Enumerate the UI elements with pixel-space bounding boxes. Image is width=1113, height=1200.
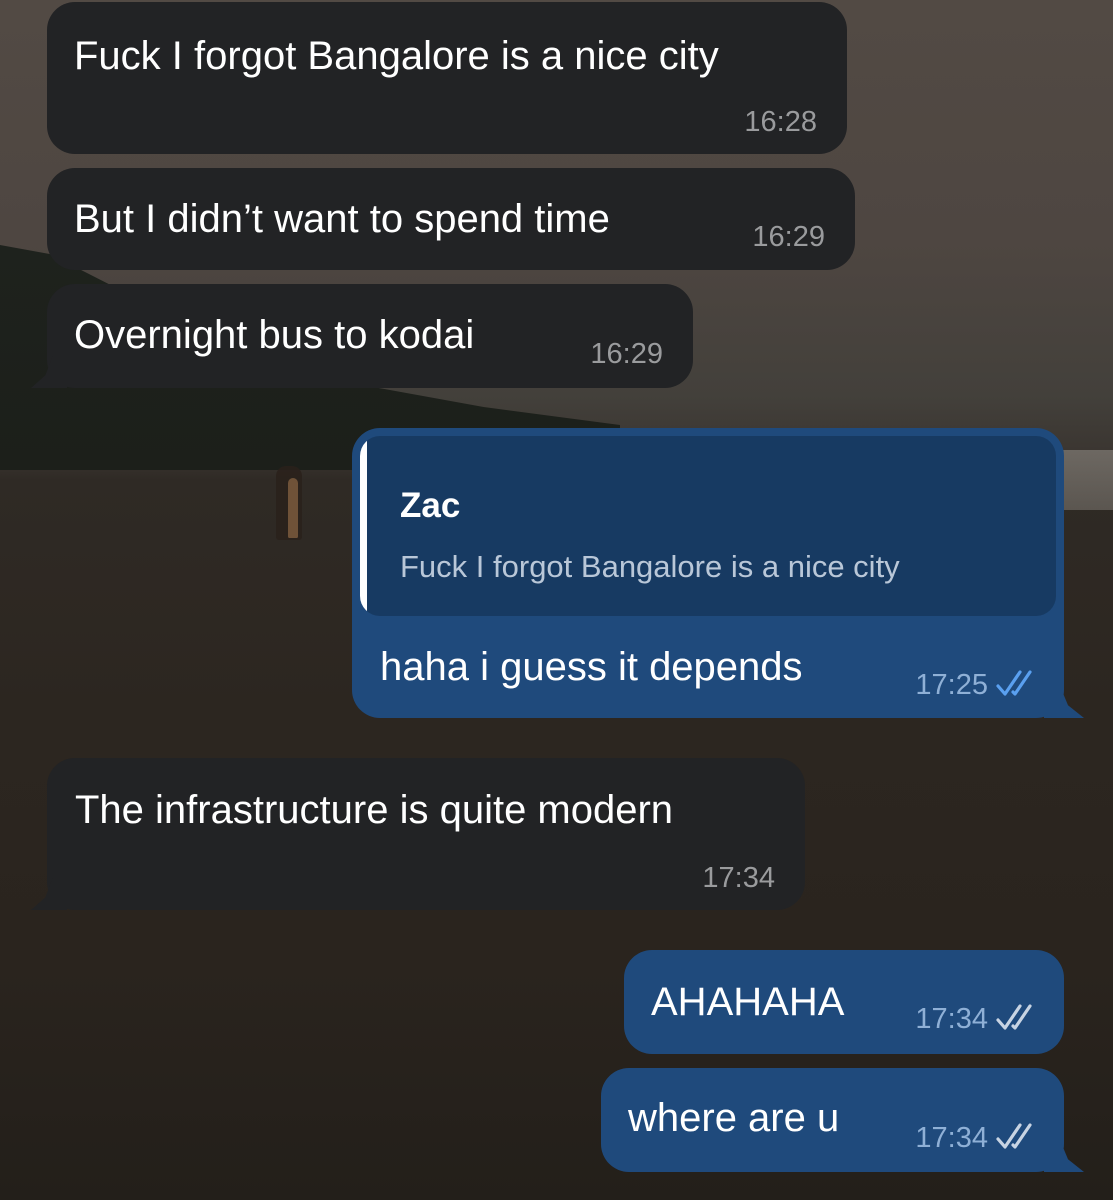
message-timestamp: 16:29 [590, 338, 663, 370]
message-text: Overnight bus to kodai [74, 313, 475, 357]
double-check-icon [996, 1123, 1032, 1149]
message-text: Fuck I forgot Bangalore is a nice city [74, 34, 719, 78]
message-text: The infrastructure is quite modern [75, 788, 674, 832]
message-timestamp: 17:34 [915, 1122, 988, 1154]
incoming-message[interactable]: Overnight bus to kodai 16:29 [31, 284, 693, 388]
message-text: But I didn’t want to spend time [74, 197, 610, 241]
double-check-icon [996, 1004, 1032, 1030]
incoming-message[interactable]: Fuck I forgot Bangalore is a nice city 1… [47, 2, 847, 154]
message-timestamp: 16:28 [744, 106, 817, 138]
message-text: AHAHAHA [651, 980, 845, 1024]
message-timestamp: 16:29 [752, 221, 825, 253]
message-text: where are u [628, 1096, 840, 1140]
incoming-message[interactable]: The infrastructure is quite modern 17:34 [31, 758, 805, 910]
double-check-icon [996, 670, 1032, 696]
outgoing-message[interactable]: Zac Fuck I forgot Bangalore is a nice ci… [352, 428, 1084, 718]
wallpaper-figures [276, 466, 302, 540]
outgoing-message[interactable]: where are u 17:34 [601, 1068, 1084, 1172]
message-timestamp: 17:34 [915, 1003, 988, 1035]
incoming-message[interactable]: But I didn’t want to spend time 16:29 [47, 168, 855, 270]
reply-author: Zac [400, 486, 461, 525]
reply-quoted-text: Fuck I forgot Bangalore is a nice city [400, 549, 900, 584]
message-text: haha i guess it depends [380, 645, 803, 689]
message-timestamp: 17:25 [915, 669, 988, 701]
reply-quote-bar [360, 436, 367, 616]
message-timestamp: 17:34 [702, 862, 775, 894]
outgoing-message[interactable]: AHAHAHA 17:34 [624, 950, 1064, 1054]
reply-quote[interactable]: Zac Fuck I forgot Bangalore is a nice ci… [360, 436, 1056, 616]
